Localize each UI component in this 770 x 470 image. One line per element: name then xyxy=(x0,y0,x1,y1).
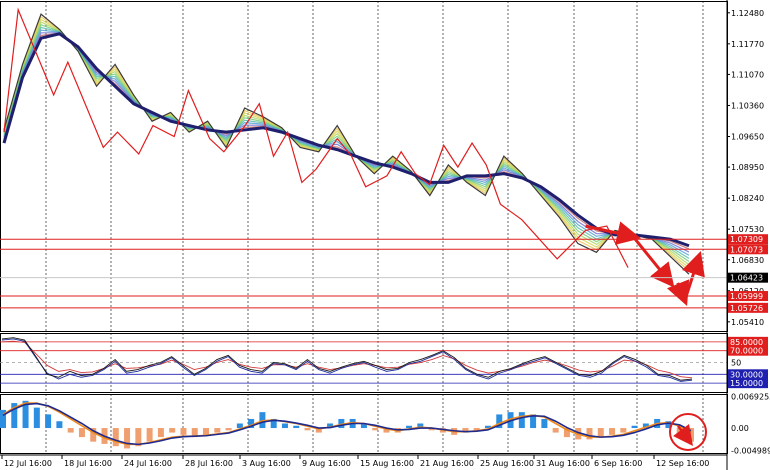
histogram-bar xyxy=(67,428,74,433)
histogram-bar xyxy=(45,414,52,429)
histogram-bar xyxy=(372,428,379,431)
histogram-bar xyxy=(78,428,85,438)
oscillator-tick-label: 85.0000 xyxy=(730,338,763,347)
histogram-bar xyxy=(552,428,559,433)
level-tag-label: 1.07073 xyxy=(730,245,763,254)
date-tick-label: 3 Aug 16:00 xyxy=(242,459,291,468)
histogram-bar xyxy=(146,428,153,442)
y-tick-label: 1.08950 xyxy=(731,163,764,172)
histogram-panel: 0.0069255 0.00 -0.0049898 xyxy=(0,393,770,456)
oscillator-tick-label: 15.0000 xyxy=(730,379,763,388)
histogram-bar xyxy=(112,428,119,447)
y-tick-label: 1.12480 xyxy=(731,9,764,18)
histogram-bar xyxy=(124,428,131,449)
y-tick-label: 1.05410 xyxy=(731,318,764,327)
histogram-bar xyxy=(304,428,311,431)
date-tick-label: 6 Sep 16:00 xyxy=(594,459,642,468)
histogram-bar xyxy=(293,425,300,429)
histogram-bar xyxy=(620,428,627,433)
histogram-bar xyxy=(33,407,40,429)
current-price-label: 1.06423 xyxy=(730,274,763,283)
histogram-bar xyxy=(281,423,288,429)
date-tick-label: 31 Aug 16:00 xyxy=(536,459,590,468)
histogram-bar xyxy=(203,428,210,435)
oscillator-tick-label: 50 xyxy=(731,359,741,368)
level-tag-label: 1.05726 xyxy=(730,304,763,313)
histogram-bar xyxy=(214,428,221,433)
histogram-bar xyxy=(157,428,164,438)
histogram-tick-label: -0.0049898 xyxy=(731,447,770,456)
date-tick-label: 28 Jul 16:00 xyxy=(185,459,233,468)
histogram-bar xyxy=(56,421,63,429)
date-tick-label: 21 Aug 16:00 xyxy=(420,459,474,468)
y-tick-label: 1.06830 xyxy=(731,256,764,265)
histogram-tick-label: 0.00 xyxy=(731,424,749,433)
histogram-bar xyxy=(518,412,525,429)
histogram-bar xyxy=(609,428,616,435)
histogram-bar xyxy=(180,428,187,435)
date-tick-label: 24 Jul 16:00 xyxy=(124,459,172,468)
level-tag-label: 1.05999 xyxy=(730,292,763,301)
y-tick-label: 1.11770 xyxy=(731,40,764,49)
forex-chart: 1.12480 1.11770 1.11070 1.10360 1.09650 1.089… xyxy=(0,0,770,470)
date-tick-label: 12 Sep 16:00 xyxy=(656,459,709,468)
date-axis: 12 Jul 16:00 18 Jul 16:00 24 Jul 16:00 28 J… xyxy=(0,454,727,468)
panel-frame xyxy=(0,1,728,332)
histogram-bar xyxy=(631,425,638,429)
y-tick-label: 1.07530 xyxy=(731,225,764,234)
main-price-panel: 1.12480 1.11770 1.11070 1.10360 1.09650 1.089… xyxy=(0,1,768,332)
histogram-tick-label: 0.0069255 xyxy=(731,393,770,402)
oscillator-tick-label: 30.0000 xyxy=(730,370,763,379)
date-tick-label: 15 Aug 16:00 xyxy=(360,459,414,468)
y-tick-label: 1.08240 xyxy=(731,194,764,203)
level-tag-label: 1.07309 xyxy=(730,235,763,244)
y-tick-label: 1.11070 xyxy=(731,70,764,79)
oscillator-tick-label: 70.0000 xyxy=(730,347,763,356)
histogram-bar xyxy=(225,428,232,431)
y-tick-label: 1.09650 xyxy=(731,132,764,141)
oscillator-panel: 85.000070.0000 50 30.000015.0000 xyxy=(0,333,768,393)
histogram-bar xyxy=(541,418,548,429)
date-tick-label: 18 Jul 16:00 xyxy=(64,459,112,468)
histogram-bar xyxy=(597,428,604,438)
histogram-bar xyxy=(169,428,176,433)
histogram-bar xyxy=(236,423,243,429)
histogram-bar xyxy=(406,425,413,429)
date-tick-label: 9 Aug 16:00 xyxy=(302,459,351,468)
y-tick-label: 1.10360 xyxy=(731,101,764,110)
date-tick-label: 12 Jul 16:00 xyxy=(4,459,52,468)
date-tick-label: 25 Aug 16:00 xyxy=(480,459,534,468)
